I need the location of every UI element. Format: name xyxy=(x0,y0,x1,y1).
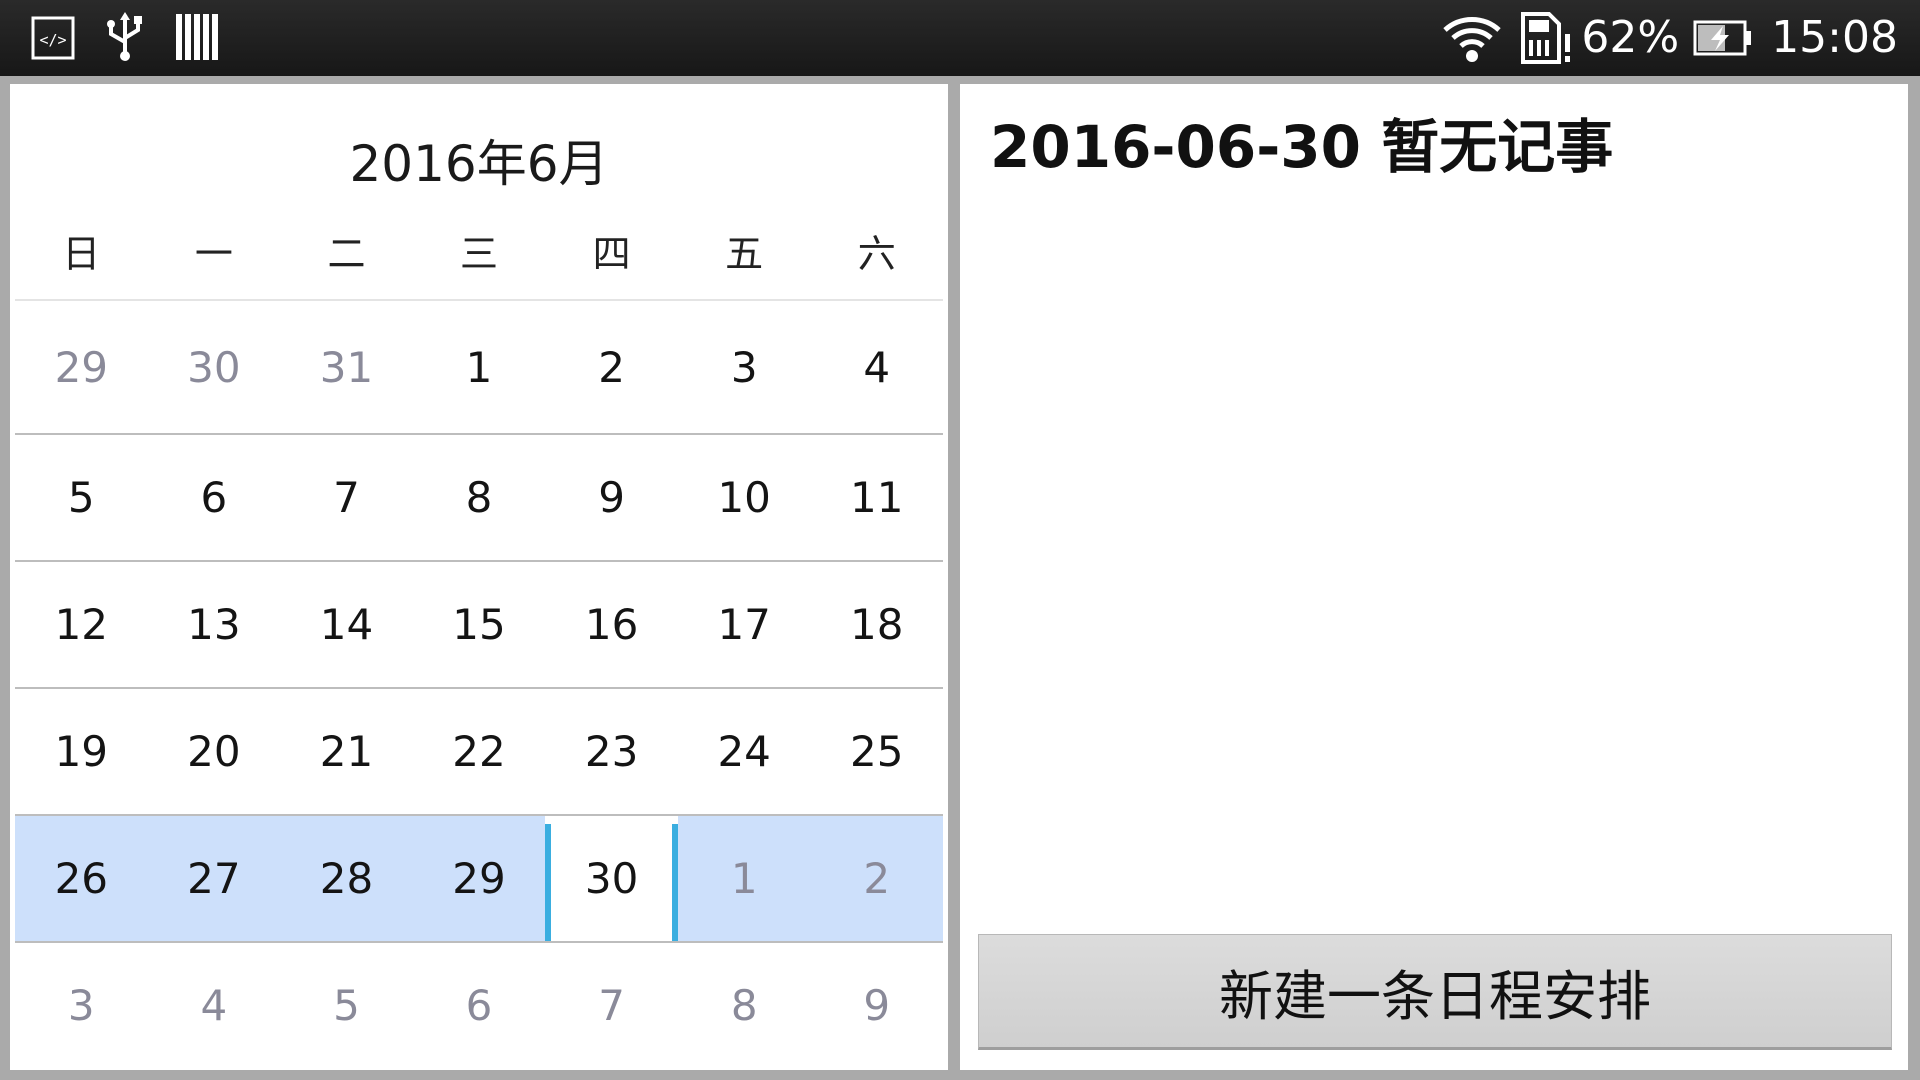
calendar-day[interactable]: 10 xyxy=(678,435,811,560)
new-schedule-button[interactable]: 新建一条日程安排 xyxy=(978,934,1892,1050)
calendar-day[interactable]: 1 xyxy=(413,301,546,433)
calendar-day[interactable]: 28 xyxy=(280,816,413,941)
calendar-day[interactable]: 4 xyxy=(148,943,281,1068)
calendar-day[interactable]: 15 xyxy=(413,562,546,687)
detail-panel: 2016-06-30 暂无记事 新建一条日程安排 xyxy=(960,84,1908,1070)
weekday-label: 三 xyxy=(460,232,499,276)
calendar-day[interactable]: 29 xyxy=(413,816,546,941)
calendar-day[interactable]: 23 xyxy=(545,689,678,814)
calendar-day[interactable]: 2 xyxy=(545,301,678,433)
calendar-week-row: 12 13 14 15 16 17 18 xyxy=(15,560,943,687)
calendar-day[interactable]: 22 xyxy=(413,689,546,814)
calendar-day[interactable]: 16 xyxy=(545,562,678,687)
svg-text:</>: </> xyxy=(39,31,66,49)
calendar-week-row: 3456789 xyxy=(15,941,943,1068)
calendar-day[interactable]: 6 xyxy=(148,435,281,560)
calendar-day[interactable]: 27 xyxy=(148,816,281,941)
calendar-day[interactable]: 4 xyxy=(810,301,943,433)
usb-icon xyxy=(107,12,142,61)
calendar-day[interactable]: 12 xyxy=(15,562,148,687)
calendar-grid: 29 30 31 1 2 3 4 5 6 7 8 9 10 11 12 13 14 15 16 17 18 19 20 21 2… xyxy=(15,299,943,1068)
calendar-day[interactable]: 17 xyxy=(678,562,811,687)
clock: 15:08 xyxy=(1771,12,1898,63)
calendar-day[interactable]: 7 xyxy=(545,943,678,1068)
calendar-day[interactable]: 5 xyxy=(15,435,148,560)
selected-date-heading: 2016-06-30 暂无记事 xyxy=(990,113,1614,181)
calendar-day[interactable]: 26 xyxy=(15,816,148,941)
calendar-day[interactable]: 31 xyxy=(280,301,413,433)
calendar-day[interactable]: 7 xyxy=(280,435,413,560)
calendar-day[interactable]: 2 xyxy=(810,816,943,941)
weekday-label: 日 xyxy=(62,232,101,276)
calendar-week-row: 29 30 31 1 2 3 4 xyxy=(15,299,943,433)
calendar-week-row: 19 20 21 22 23 24 25 xyxy=(15,687,943,814)
calendar-day[interactable]: 21 xyxy=(280,689,413,814)
calendar-day[interactable]: 24 xyxy=(678,689,811,814)
battery-charging-icon xyxy=(1693,20,1752,56)
calendar-day[interactable]: 8 xyxy=(413,435,546,560)
status-bar: </> 62% 15:08 xyxy=(0,0,1920,76)
calendar-day[interactable]: 9 xyxy=(810,943,943,1068)
weekday-label: 六 xyxy=(857,232,896,276)
calendar-day-today[interactable]: 30 xyxy=(545,816,678,941)
calendar-day[interactable]: 1 xyxy=(678,816,811,941)
calendar-day[interactable]: 29 xyxy=(15,301,148,433)
status-right-group: 62% 15:08 xyxy=(1441,0,1898,76)
calendar-day[interactable]: 6 xyxy=(413,943,546,1068)
calendar-panel: 2016年6月 日 一 二 三 四 五 六 29 30 31 1 2 3 4 5 6 7 8 9 10 1… xyxy=(10,84,948,1070)
battery-percent: 62% xyxy=(1581,12,1680,63)
month-title: 2016年6月 xyxy=(349,135,609,193)
calendar-day[interactable]: 5 xyxy=(280,943,413,1068)
weekday-header: 日 一 二 三 四 五 六 xyxy=(15,224,943,284)
calendar-day[interactable]: 3 xyxy=(15,943,148,1068)
calendar-day[interactable]: 19 xyxy=(15,689,148,814)
calendar-day[interactable]: 3 xyxy=(678,301,811,433)
calendar-day[interactable]: 8 xyxy=(678,943,811,1068)
weekday-label: 四 xyxy=(592,232,631,276)
calendar-day[interactable]: 11 xyxy=(810,435,943,560)
calendar-week-row: 26 27 28 29 30 1 2 xyxy=(15,814,943,941)
weekday-label: 五 xyxy=(725,232,764,276)
calendar-day[interactable]: 25 xyxy=(810,689,943,814)
calendar-day[interactable]: 9 xyxy=(545,435,678,560)
calendar-day[interactable]: 20 xyxy=(148,689,281,814)
weekday-label: 二 xyxy=(327,232,366,276)
storage-bars-icon xyxy=(176,14,218,60)
wifi-icon xyxy=(1443,17,1502,62)
calendar-day[interactable]: 14 xyxy=(280,562,413,687)
calendar-day[interactable]: 13 xyxy=(148,562,281,687)
calendar-day[interactable]: 18 xyxy=(810,562,943,687)
developer-icon: </> xyxy=(31,16,75,60)
calendar-day[interactable]: 30 xyxy=(148,301,281,433)
calendar-week-row: 5 6 7 8 9 10 11 xyxy=(15,433,943,560)
sim-card-icon xyxy=(1521,12,1571,64)
weekday-label: 一 xyxy=(194,232,233,276)
